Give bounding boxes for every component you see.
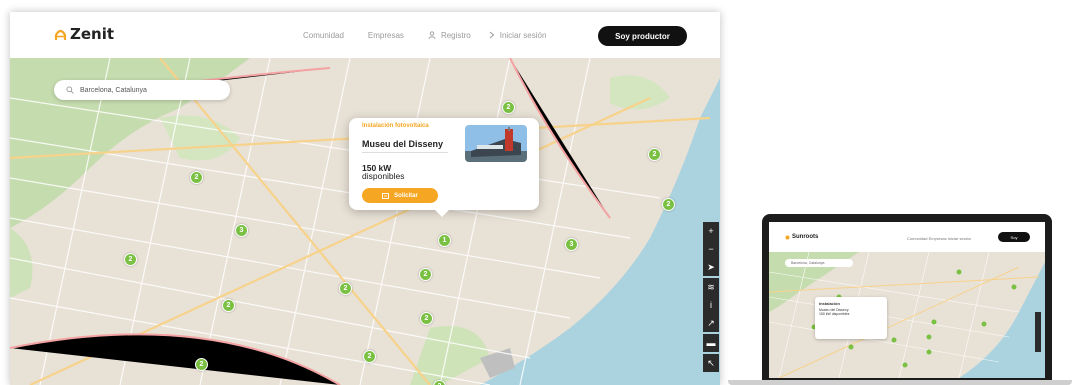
document-icon: [382, 192, 390, 199]
locate-button[interactable]: ➤: [703, 258, 719, 276]
mini-popup: Instalación Museu del Disseny 150 kW dis…: [815, 297, 887, 339]
nav-register-link[interactable]: Registro: [428, 31, 471, 40]
map-view[interactable]: Barcelona, Catalunya 2 2 2 3 2 2 1 3 2 2…: [10, 58, 720, 385]
producer-button[interactable]: Soy productor: [598, 26, 687, 46]
mini-map-tiles: [769, 252, 1045, 378]
top-navbar: Zenit Comunidad Empresas Registro Inicia…: [10, 12, 720, 58]
map-marker[interactable]: 2: [363, 350, 376, 363]
mini-popup-power: 150 kW disponibles: [819, 312, 850, 316]
map-marker[interactable]: 2: [662, 198, 675, 211]
map-marker[interactable]: 2: [502, 101, 515, 114]
popup-name: Museu del Disseny: [362, 139, 444, 149]
cursor-control: ↖: [703, 354, 719, 372]
comment-control: ▬: [703, 334, 719, 352]
mini-sun-logo-icon: [785, 235, 790, 239]
map-marker[interactable]: 1: [438, 234, 451, 247]
mini-brand-logo: Sunroots: [785, 234, 818, 240]
mini-producer-button: Soy: [998, 232, 1030, 242]
info-button[interactable]: i: [703, 296, 719, 314]
mini-nav-links: Comunidad Empresas Iniciar sesión: [907, 236, 972, 241]
chevron-right-icon: [489, 31, 495, 39]
mini-brand-name: Sunroots: [792, 234, 819, 240]
mini-popup-title: Instalación: [819, 301, 840, 306]
map-marker[interactable]: 2: [339, 282, 352, 295]
share-button[interactable]: ↗: [703, 314, 719, 332]
location-search-input[interactable]: Barcelona, Catalunya: [54, 80, 230, 100]
request-button[interactable]: Solicitar: [362, 188, 438, 203]
building-photo: [465, 125, 527, 162]
popup-divider: [362, 152, 448, 153]
zoom-out-button[interactable]: −: [703, 240, 719, 258]
request-label: Solicitar: [394, 192, 418, 199]
popup-available: disponibles: [362, 171, 405, 181]
nav-login-link[interactable]: Iniciar sesión: [489, 30, 547, 40]
map-marker[interactable]: 2: [195, 358, 208, 371]
mini-producer-label: Soy: [1010, 234, 1018, 240]
zoom-controls: + − ➤: [703, 222, 719, 276]
map-marker[interactable]: 3: [565, 238, 578, 251]
map-marker[interactable]: 2: [648, 148, 661, 161]
laptop-screen: Sunroots Comunidad Empresas Iniciar sesi…: [769, 222, 1045, 378]
map-marker[interactable]: 3: [235, 224, 248, 237]
mini-navbar: Sunroots Comunidad Empresas Iniciar sesi…: [769, 222, 1045, 252]
laptop-base: [728, 380, 1072, 385]
mini-map: Barcelona, Catalunya Instalación Museu d…: [769, 252, 1045, 378]
nav-community-link[interactable]: Comunidad: [303, 31, 344, 40]
map-marker[interactable]: 2: [124, 253, 137, 266]
map-marker[interactable]: 2: [190, 171, 203, 184]
layer-controls: ≋ i ↗: [703, 278, 719, 332]
map-marker[interactable]: 2: [420, 312, 433, 325]
comment-button[interactable]: ▬: [703, 334, 719, 352]
popup-type: Instalación fotovoltaica: [362, 123, 429, 129]
search-value: Barcelona, Catalunya: [80, 86, 147, 94]
installation-popup: Instalación fotovoltaica Museu del Disse…: [349, 118, 539, 217]
laptop-mockup: Sunroots Comunidad Empresas Iniciar sesi…: [728, 214, 1072, 385]
map-tiles: [10, 58, 720, 385]
app-screen: Zenit Comunidad Empresas Registro Inicia…: [10, 12, 720, 385]
zoom-in-button[interactable]: +: [703, 222, 719, 240]
map-marker[interactable]: 2: [222, 299, 235, 312]
user-icon: [428, 31, 436, 39]
cursor-button[interactable]: ↖: [703, 354, 719, 372]
brand-name: Zenit: [70, 25, 115, 43]
register-label: Registro: [440, 30, 471, 40]
brand-logo[interactable]: Zenit: [54, 25, 114, 43]
mini-search-input: Barcelona, Catalunya: [785, 259, 853, 267]
map-marker[interactable]: 2: [419, 268, 432, 281]
search-icon: [66, 86, 74, 94]
sun-logo-icon: [54, 29, 67, 40]
login-label: Iniciar sesión: [499, 30, 547, 40]
nav-links: Comunidad Empresas Registro Iniciar sesi…: [303, 12, 546, 58]
layers-button[interactable]: ≋: [703, 278, 719, 296]
nav-companies-link[interactable]: Empresas: [368, 31, 404, 40]
